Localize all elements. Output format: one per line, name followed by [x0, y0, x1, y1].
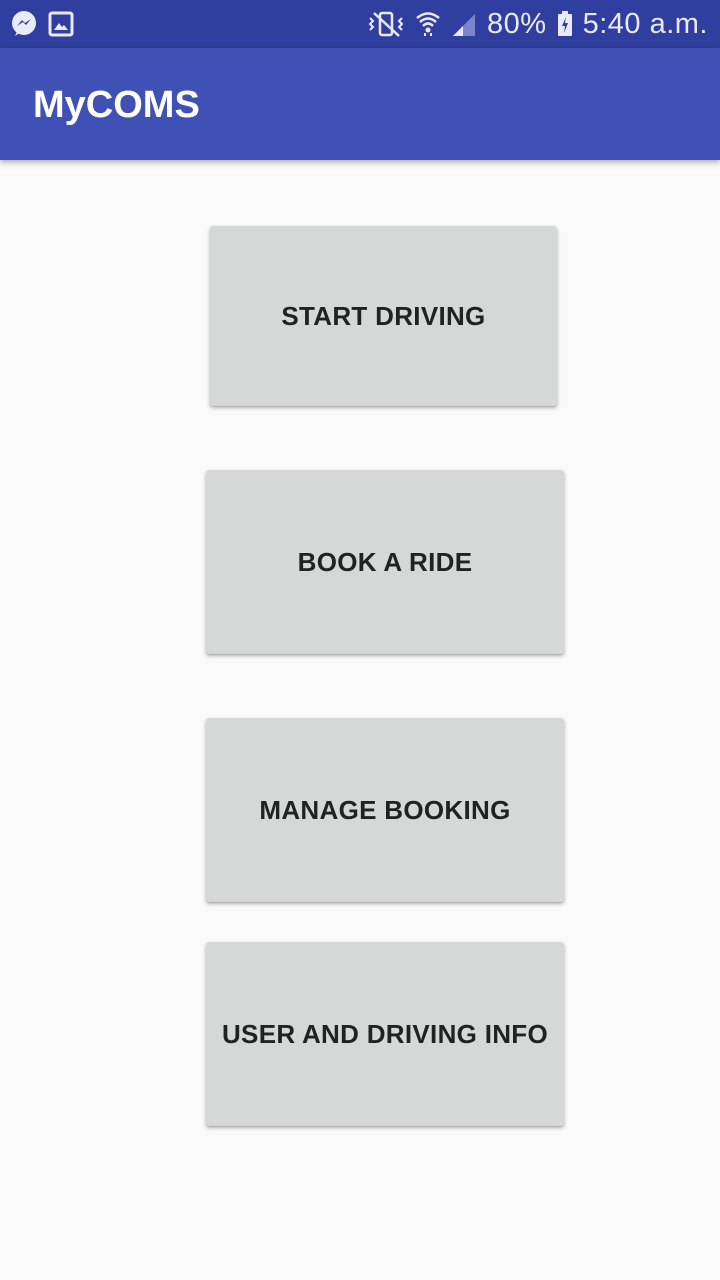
gallery-icon: [48, 11, 74, 37]
status-right-icons: 80% 5:40 a.m.: [367, 0, 708, 48]
manage-booking-button[interactable]: MANAGE BOOKING: [206, 718, 564, 902]
user-and-driving-info-button[interactable]: USER AND DRIVING INFO: [206, 942, 564, 1126]
app-title: MyCOMS: [33, 84, 200, 126]
status-left-icons: [10, 10, 74, 38]
battery-charging-icon: [557, 10, 573, 38]
battery-text: 80%: [487, 7, 547, 40]
wifi-icon: [415, 10, 441, 38]
status-bar: 80% 5:40 a.m.: [0, 0, 720, 48]
app-bar: MyCOMS: [0, 48, 720, 160]
messenger-icon: [10, 10, 38, 38]
start-driving-button[interactable]: START DRIVING: [210, 226, 557, 406]
clock-text: 5:40 a.m.: [582, 7, 708, 40]
signal-icon: [451, 10, 477, 38]
book-a-ride-button[interactable]: BOOK A RIDE: [206, 470, 564, 654]
vibrate-mute-icon: [367, 10, 405, 38]
